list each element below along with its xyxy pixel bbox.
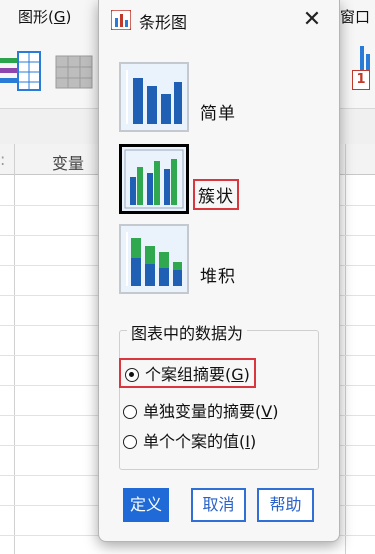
chart-type-clustered[interactable] (119, 144, 189, 214)
menu-graph-end: ) (65, 8, 72, 26)
radio-button-selected[interactable] (125, 368, 139, 382)
radio-summaries-variables[interactable]: 单独变量的摘要(V) (123, 398, 278, 422)
table-arrows-icon[interactable] (0, 46, 44, 96)
chart-type-simple-label[interactable]: 简单 (200, 99, 236, 124)
chart-type-stacked-label[interactable]: 堆积 (200, 262, 236, 287)
radio-summaries-groups[interactable]: 个案组摘要(G) (119, 358, 256, 388)
value-badge-icon[interactable]: 1 (352, 70, 370, 90)
dialog-titlebar[interactable]: 条形图 ✕ (99, 0, 339, 40)
grid-icon[interactable] (54, 54, 94, 90)
bar-chart-dialog: 条形图 ✕ 简单 簇状 堆积 图表中的数据为 个案组摘要(G) 单独变量的摘要(… (98, 0, 340, 542)
radio-values-individual-cases[interactable]: 单个个案的值(I) (123, 428, 256, 452)
cancel-button[interactable]: 取消 (191, 488, 246, 522)
radio-label: 单独变量的摘要( (143, 402, 262, 421)
stacked-bar-icon (126, 232, 182, 286)
radio-label-key: G (231, 365, 244, 384)
chart-type-simple[interactable] (119, 62, 189, 132)
col-header-partial: : (0, 150, 6, 169)
simple-bar-icon (126, 70, 182, 124)
radio-label-end: ) (243, 365, 250, 384)
radio-button[interactable] (123, 405, 137, 419)
radio-label-end: ) (272, 402, 279, 421)
menu-graph-label: 图形( (18, 8, 54, 26)
radio-label-key: V (261, 402, 273, 421)
radio-label: 个案组摘要( (145, 365, 232, 384)
define-button[interactable]: 定义 (123, 488, 169, 522)
chart-type-stacked[interactable] (119, 224, 189, 294)
close-button[interactable]: ✕ (295, 4, 329, 36)
dialog-title: 条形图 (139, 13, 188, 32)
clustered-bar-icon (124, 149, 184, 209)
chart-type-clustered-label[interactable]: 簇状 (193, 179, 239, 210)
menu-graph[interactable]: 图形(G) (18, 6, 71, 27)
menu-graph-key: G (53, 8, 66, 26)
bar-chart-app-icon (111, 10, 131, 30)
radio-button[interactable] (123, 435, 137, 449)
menu-window[interactable]: 窗口 (340, 6, 370, 27)
help-button[interactable]: 帮助 (257, 488, 314, 522)
group-title: 图表中的数据为 (127, 320, 248, 344)
radio-label: 单个个案的值( (143, 432, 246, 451)
col-header-variable[interactable]: 变量 (52, 150, 84, 174)
radio-label-end: ) (249, 432, 257, 451)
